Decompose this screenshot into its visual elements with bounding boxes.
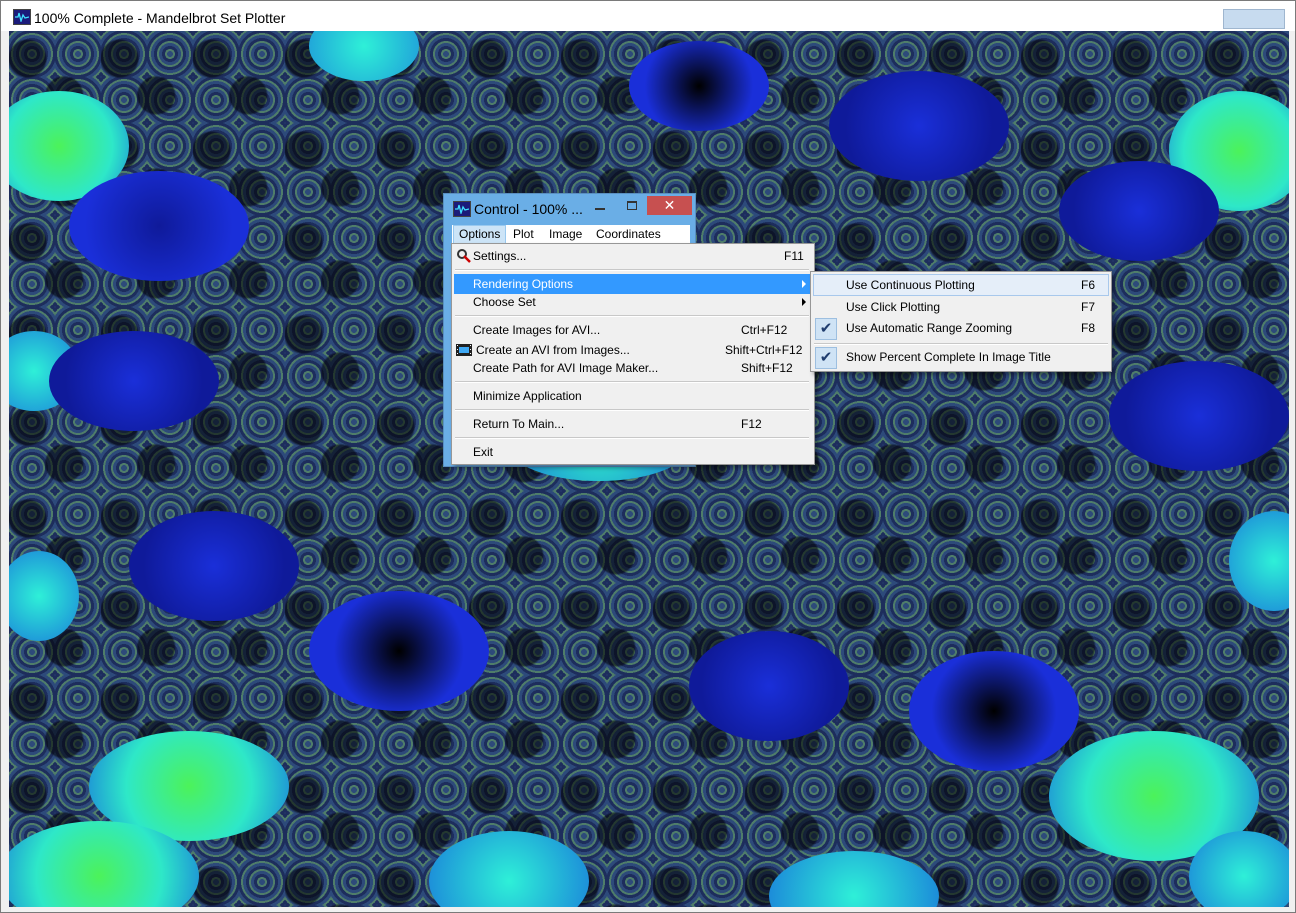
auto-range-zooming-label: Use Automatic Range Zooming <box>846 321 1013 335</box>
control-window-title: Control - 100% ... <box>474 201 583 217</box>
menu-item-return-main[interactable]: Return To Main... F12 <box>454 414 812 434</box>
menu-item-exit[interactable]: Exit <box>454 442 812 462</box>
fractal-blob <box>309 591 489 711</box>
menu-item-rendering-options[interactable]: Rendering Options <box>454 274 812 294</box>
options-menu: Settings... F11 Rendering Options Choose… <box>451 243 815 465</box>
menu-options[interactable]: Options <box>453 225 507 244</box>
fractal-blob <box>689 631 849 741</box>
submenu-item-click-plotting[interactable]: Use Click Plotting F7 <box>813 297 1109 319</box>
click-plotting-shortcut: F7 <box>1081 300 1096 314</box>
minimize-button[interactable] <box>595 208 605 210</box>
fractal-blob <box>629 41 769 131</box>
title-bar[interactable]: 100% Complete - Mandelbrot Set Plotter <box>1 1 1295 31</box>
return-main-label: Return To Main... <box>473 417 565 431</box>
auto-range-zooming-shortcut: F8 <box>1081 321 1096 335</box>
checkmark-icon: ✔ <box>815 318 837 340</box>
fractal-blob <box>129 511 299 621</box>
fractal-blob <box>49 331 219 431</box>
menu-item-choose-set[interactable]: Choose Set <box>454 292 812 312</box>
control-menubar: Options Plot Image Coordinates <box>452 225 690 244</box>
menu-item-settings[interactable]: Settings... F11 <box>454 246 812 266</box>
exit-label: Exit <box>473 445 494 459</box>
menu-image[interactable]: Image <box>544 225 587 244</box>
rendering-options-submenu: Use Continuous Plotting F6 Use Click Plo… <box>810 271 1112 372</box>
maximize-button[interactable] <box>627 201 637 210</box>
settings-icon <box>457 249 471 263</box>
show-percent-complete-label: Show Percent Complete In Image Title <box>846 350 1051 364</box>
close-button[interactable]: ✕ <box>647 196 692 215</box>
create-images-avi-label: Create Images for AVI... <box>473 323 601 337</box>
create-avi-label: Create an AVI from Images... <box>476 343 630 357</box>
waveform-app-icon <box>453 201 471 217</box>
fractal-blob <box>429 831 589 907</box>
menu-separator <box>455 409 809 411</box>
fractal-blob <box>769 851 939 907</box>
menu-plot[interactable]: Plot <box>508 225 539 244</box>
menu-separator <box>455 437 809 439</box>
fractal-blob <box>829 71 1009 181</box>
create-avi-shortcut: Shift+Ctrl+F12 <box>725 343 803 357</box>
settings-shortcut: F11 <box>784 249 804 263</box>
menu-item-create-images-avi[interactable]: Create Images for AVI... Ctrl+F12 <box>454 320 812 340</box>
fractal-blob <box>1109 361 1289 471</box>
waveform-app-icon <box>13 9 31 25</box>
choose-set-label: Choose Set <box>473 295 536 309</box>
click-plotting-label: Use Click Plotting <box>846 300 941 314</box>
menu-separator <box>455 315 809 317</box>
menu-separator <box>455 269 809 271</box>
submenu-item-continuous-plotting[interactable]: Use Continuous Plotting F6 <box>813 274 1109 296</box>
title-button-strip[interactable] <box>1223 9 1285 29</box>
window-title: 100% Complete - Mandelbrot Set Plotter <box>34 10 286 26</box>
continuous-plotting-label: Use Continuous Plotting <box>846 278 975 292</box>
submenu-arrow-icon <box>802 280 806 288</box>
settings-label: Settings... <box>473 249 527 263</box>
fractal-blob <box>909 651 1079 771</box>
fractal-blob <box>9 551 79 641</box>
minimize-label: Minimize Application <box>473 389 582 403</box>
fractal-blob <box>309 31 419 81</box>
fractal-canvas[interactable] <box>9 31 1289 907</box>
menu-item-create-path[interactable]: Create Path for AVI Image Maker... Shift… <box>454 358 812 378</box>
submenu-item-auto-range-zooming[interactable]: ✔ Use Automatic Range Zooming F8 <box>813 318 1109 340</box>
create-path-label: Create Path for AVI Image Maker... <box>473 361 659 375</box>
create-images-avi-shortcut: Ctrl+F12 <box>741 323 788 337</box>
film-icon <box>456 344 472 356</box>
checkmark-icon: ✔ <box>815 347 837 369</box>
menu-item-create-avi[interactable]: Create an AVI from Images... Shift+Ctrl+… <box>454 340 812 360</box>
fractal-blob <box>1229 511 1289 611</box>
continuous-plotting-shortcut: F6 <box>1081 278 1096 292</box>
menu-separator <box>455 381 809 383</box>
fractal-blob <box>1059 161 1219 261</box>
menu-separator <box>814 343 1108 345</box>
return-main-shortcut: F12 <box>741 417 762 431</box>
menu-coordinates[interactable]: Coordinates <box>591 225 666 244</box>
fractal-blob <box>69 171 249 281</box>
create-path-shortcut: Shift+F12 <box>741 361 793 375</box>
submenu-item-show-percent-complete[interactable]: ✔ Show Percent Complete In Image Title <box>813 347 1109 369</box>
rendering-options-label: Rendering Options <box>473 277 574 291</box>
menu-item-minimize[interactable]: Minimize Application <box>454 386 812 406</box>
submenu-arrow-icon <box>802 298 806 306</box>
